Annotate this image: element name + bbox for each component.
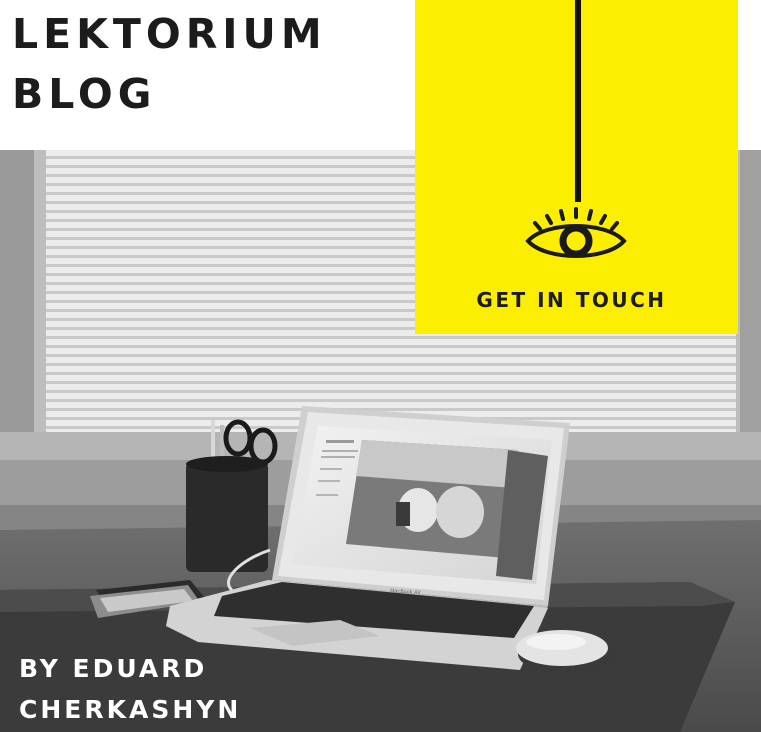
author-line-2: CHERKASHYN (19, 695, 242, 724)
eye-icon (525, 207, 627, 258)
get-in-touch-button[interactable]: GET IN TOUCH (415, 288, 728, 312)
title-line-2: BLOG (12, 70, 157, 118)
author-line-1: BY EDUARD (19, 654, 208, 683)
hanging-line (575, 0, 581, 202)
blog-cover: MacBook Air LEKTORIUM BLOG GET IN TOUCH … (0, 0, 761, 732)
get-in-touch-panel[interactable]: GET IN TOUCH (415, 0, 738, 334)
title-line-1: LEKTORIUM (12, 10, 327, 58)
author-byline: BY EDUARD CHERKASHYN (19, 648, 241, 730)
page-title: LEKTORIUM BLOG (12, 4, 327, 124)
